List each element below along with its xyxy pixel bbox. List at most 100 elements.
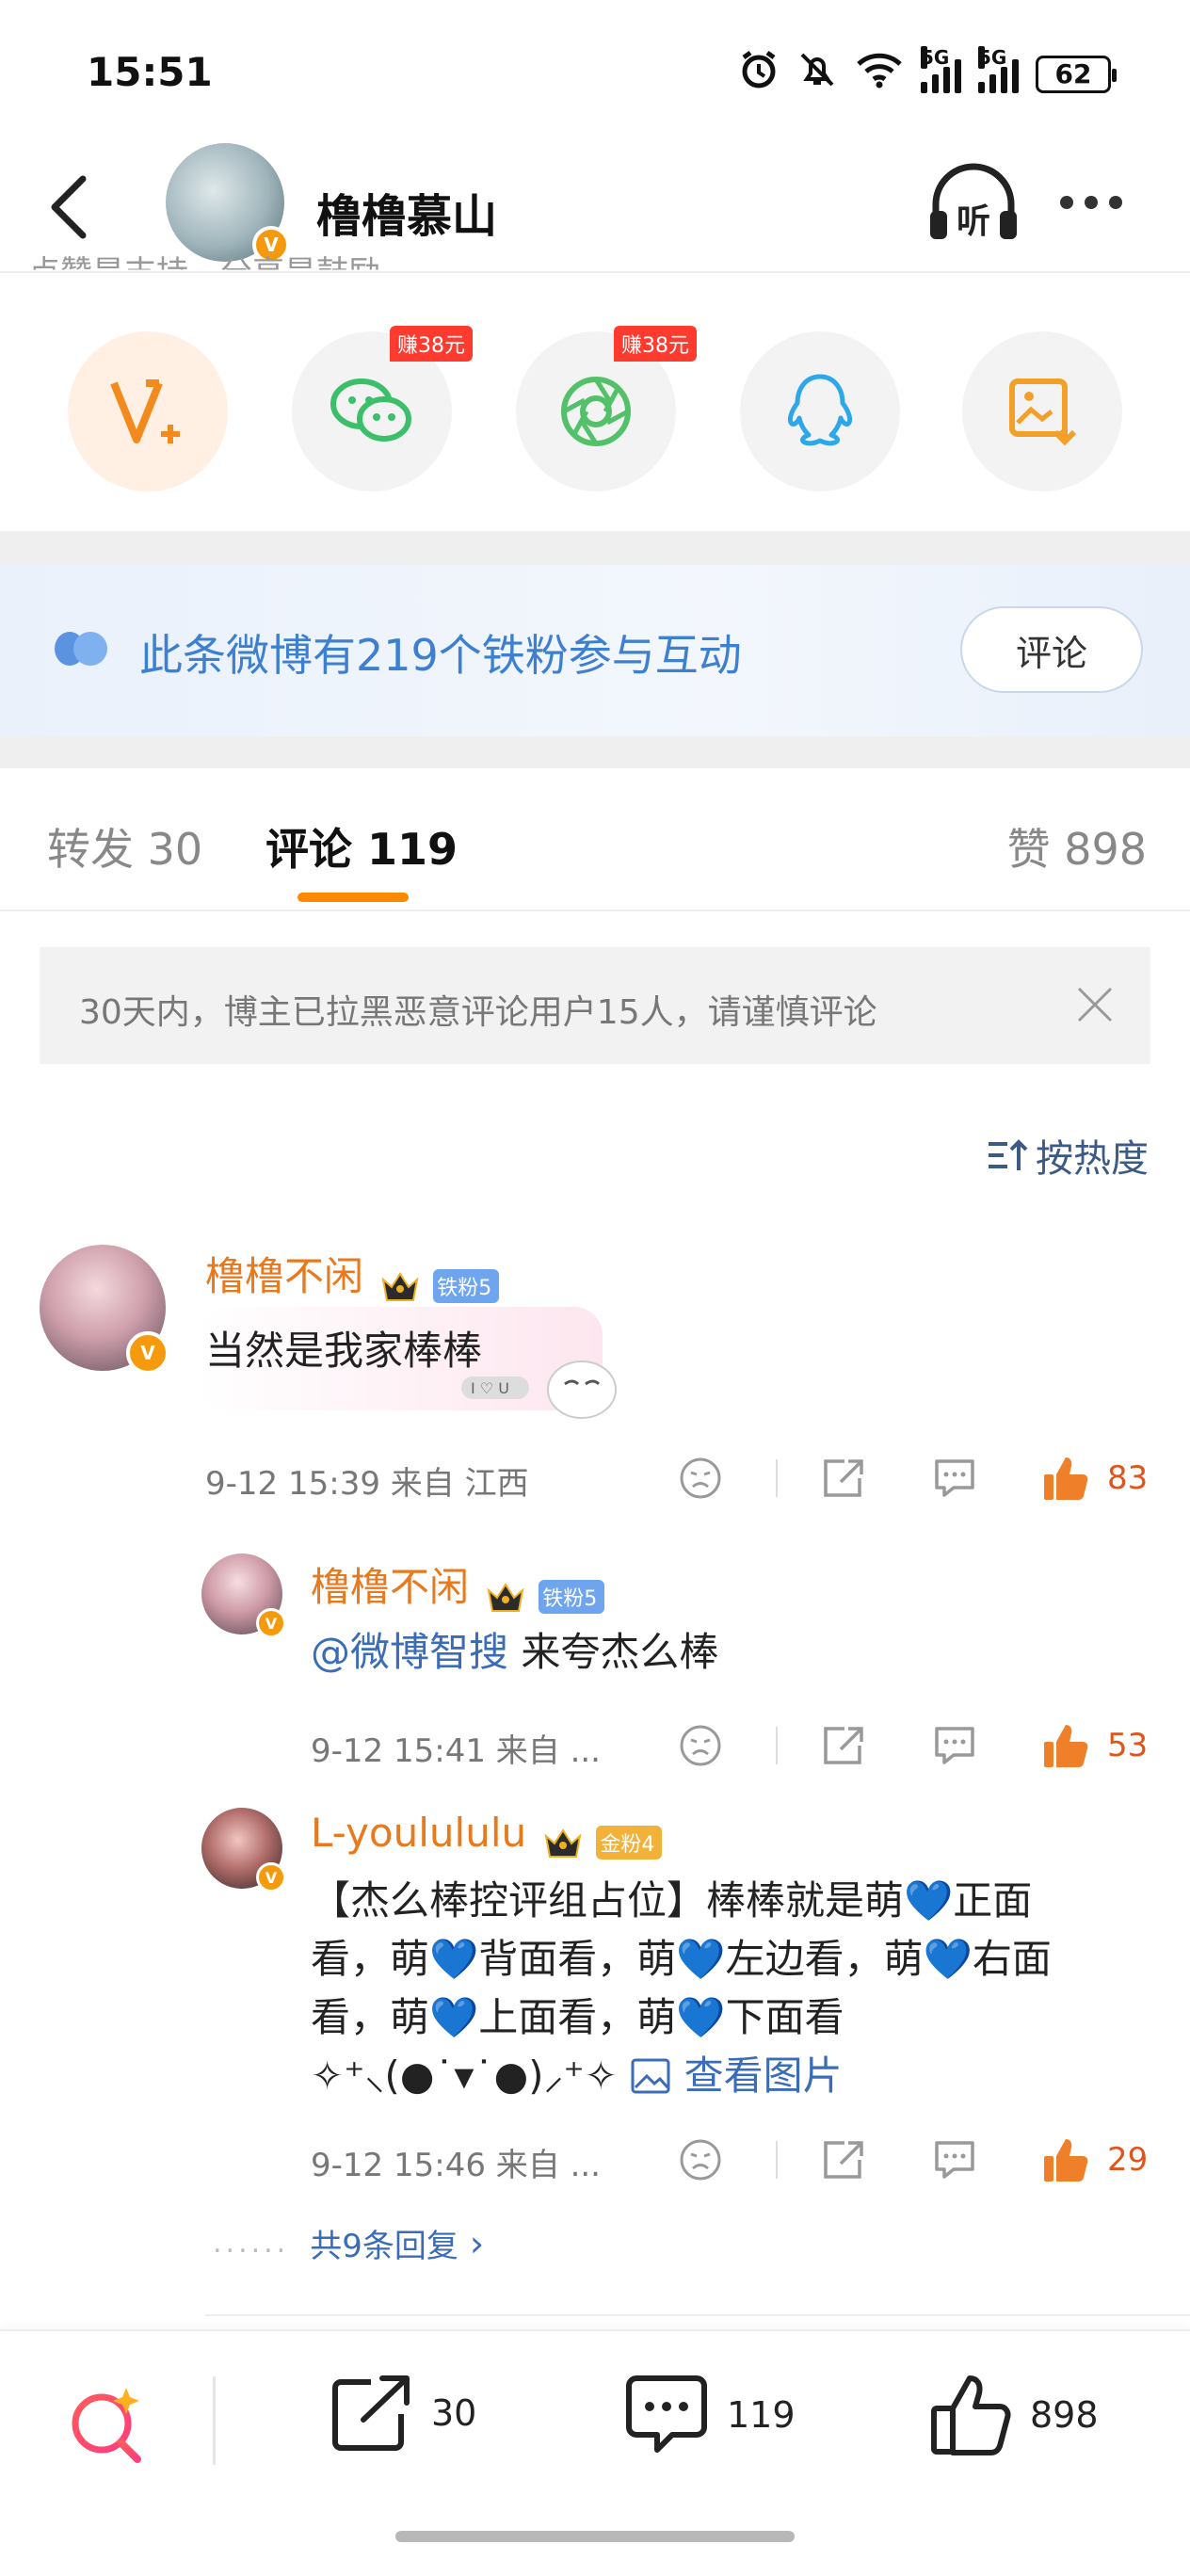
- dislike-button[interactable]: [672, 1450, 729, 1506]
- share-qq-button[interactable]: [740, 331, 900, 491]
- comment-meta: 9-12 15:39 来自 江西: [205, 1465, 529, 1503]
- interaction-tabs: 转发 30 评论 119 赞 898: [0, 768, 1190, 911]
- share-vplus-button[interactable]: [68, 331, 228, 491]
- reply-comment-button[interactable]: [926, 2132, 983, 2188]
- active-tab-indicator: [298, 893, 409, 902]
- more-replies-label: 共9条回复: [310, 2228, 458, 2265]
- image-icon: [631, 2058, 670, 2094]
- share-icon: [824, 2141, 863, 2179]
- fan-badge: 铁粉5: [433, 1268, 500, 1303]
- signal-2-label: 5G: [978, 45, 1007, 69]
- share-icon: [824, 1459, 863, 1497]
- signal-1-label: 5G: [921, 45, 950, 69]
- reply-comment-button[interactable]: [926, 1450, 983, 1506]
- like-comment-button[interactable]: [1037, 1450, 1094, 1506]
- mute-icon: [796, 49, 838, 99]
- frown-icon: [680, 1457, 721, 1499]
- view-image-link[interactable]: 查看图片: [630, 2053, 843, 2099]
- home-indicator[interactable]: [395, 2531, 795, 2542]
- dislike-button[interactable]: [672, 2132, 729, 2188]
- more-replies-dots: ......: [213, 2227, 290, 2260]
- more-dot-icon: [1085, 196, 1098, 209]
- fan-badge: 铁粉5: [539, 1579, 605, 1614]
- status-time: 15:51: [87, 49, 213, 95]
- action-divider: [776, 2141, 778, 2179]
- more-dot-icon: [1109, 196, 1122, 209]
- reply-text: @微博智搜 来夸杰么棒: [311, 1623, 718, 1682]
- sort-by-heat-button[interactable]: 按热度: [987, 1128, 1149, 1183]
- bottom-divider: [213, 2376, 216, 2465]
- comment-count: 119: [727, 2394, 796, 2436]
- comment-icon: [935, 1727, 974, 1764]
- mention-link[interactable]: @微博智搜: [311, 1629, 508, 1675]
- like-button[interactable]: 898: [928, 2373, 1099, 2457]
- save-image-button[interactable]: [962, 331, 1122, 491]
- author-avatar[interactable]: V: [166, 143, 290, 264]
- crown-icon: [381, 1271, 419, 1301]
- fans-comment-button[interactable]: 评论: [960, 606, 1143, 693]
- verified-badge: V: [256, 1862, 286, 1892]
- blacklist-notice: 30天内，博主已拉黑恶意评论用户15人，请谨慎评论: [40, 947, 1150, 1064]
- like-comment-button[interactable]: [1037, 1717, 1094, 1774]
- save-image-icon: [1009, 378, 1077, 446]
- reply-avatar[interactable]: V: [201, 1554, 286, 1638]
- moments-earn-badge: 赚38元: [614, 326, 697, 362]
- comment-icon: [935, 1459, 974, 1497]
- signal-icon-1: 5G: [921, 45, 961, 93]
- author-name[interactable]: 橹橹慕山: [316, 179, 497, 245]
- tab-comment[interactable]: 评论 119: [265, 815, 458, 877]
- commenter-avatar[interactable]: V: [40, 1245, 169, 1375]
- back-arrow-icon: [51, 175, 87, 239]
- sort-icon: [989, 1139, 1028, 1170]
- reply-author-name[interactable]: L-youlululu: [311, 1810, 526, 1856]
- tab-repost[interactable]: 转发 30: [47, 815, 202, 877]
- reply-header: 橹橹不闲 铁粉5: [311, 1555, 605, 1614]
- comment-button[interactable]: 119: [623, 2373, 796, 2457]
- reply-author-name[interactable]: 橹橹不闲: [311, 1564, 469, 1610]
- sort-label: 按热度: [1036, 1137, 1149, 1181]
- like-comment-button[interactable]: [1037, 2132, 1094, 2188]
- repost-comment-button[interactable]: [815, 1717, 872, 1774]
- verified-badge: V: [256, 1608, 286, 1638]
- more-dot-icon: [1060, 196, 1073, 209]
- section-gap: [0, 531, 1190, 565]
- smart-search-icon: [72, 2388, 141, 2463]
- repost-button[interactable]: 30: [330, 2373, 476, 2454]
- tab-like[interactable]: 赞 898: [1007, 815, 1147, 877]
- reply-comment-button[interactable]: [926, 1717, 983, 1774]
- comment-icon: [935, 2141, 974, 2179]
- action-divider: [776, 1727, 778, 1764]
- crown-icon: [544, 1827, 582, 1858]
- like-count: 29: [1107, 2141, 1149, 2179]
- view-image-label: 查看图片: [683, 2053, 843, 2099]
- back-button[interactable]: [36, 169, 102, 245]
- repost-comment-button[interactable]: [815, 2132, 872, 2188]
- fans-banner-text: 此条微博有219个铁粉参与互动: [139, 630, 742, 681]
- dislike-button[interactable]: [672, 1717, 729, 1774]
- comment-text: 当然是我家棒棒: [205, 1328, 483, 1374]
- share-moments-button[interactable]: 赚38元: [516, 326, 697, 491]
- bubble-sticker-decoration: I ♡ U: [461, 1356, 621, 1425]
- notice-close-button[interactable]: [1073, 983, 1117, 1026]
- thumb-up-icon: [1044, 2139, 1088, 2182]
- wifi-icon: [855, 51, 904, 97]
- like-count: 83: [1107, 1459, 1149, 1497]
- frown-icon: [680, 1725, 721, 1766]
- reply-meta: 9-12 15:41 来自 ...: [311, 1732, 601, 1770]
- more-replies-link[interactable]: ...... 共9条回复 ›: [213, 2220, 484, 2266]
- more-options-button[interactable]: [1060, 188, 1135, 217]
- listen-button[interactable]: 听: [926, 162, 1021, 247]
- thumb-up-icon: [1044, 1725, 1088, 1767]
- vplus-icon: [110, 379, 180, 443]
- commenter-name[interactable]: 橹橹不闲: [205, 1253, 363, 1299]
- reply-avatar[interactable]: V: [201, 1808, 286, 1892]
- crown-icon: [487, 1582, 524, 1612]
- fans-banner: 此条微博有219个铁粉参与互动 评论: [0, 565, 1190, 736]
- reply-text: 【杰么棒控评组占位】棒棒就是萌💙正面看，萌💙背面看，萌💙左边看，萌💙右面看，萌💙…: [311, 1872, 1092, 2105]
- moments-icon: [561, 377, 631, 446]
- thumb-up-icon: [931, 2375, 1011, 2455]
- repost-comment-button[interactable]: [815, 1450, 872, 1506]
- battery-level: 62: [1054, 58, 1092, 89]
- smart-search-button[interactable]: [66, 2380, 151, 2469]
- share-wechat-button[interactable]: 赚38元: [292, 326, 473, 491]
